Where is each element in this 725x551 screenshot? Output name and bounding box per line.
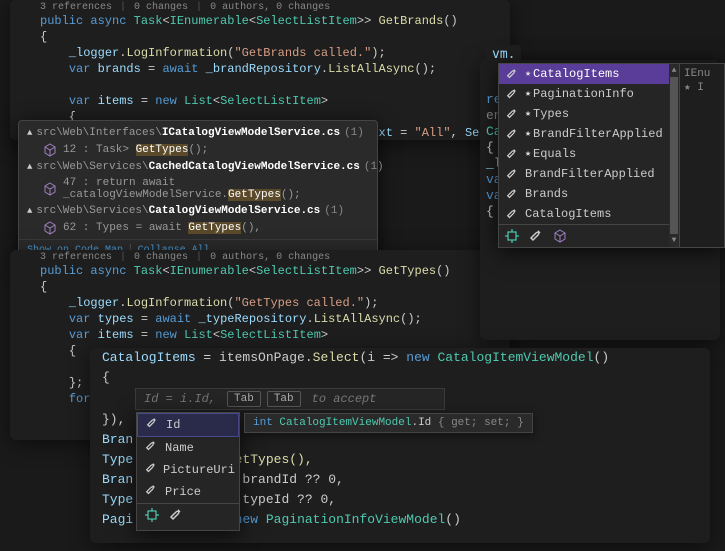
- reference-line-row[interactable]: 62 : Types = await GetTypes(),: [19, 219, 377, 237]
- wrench-icon: [505, 208, 519, 220]
- wrench-icon: [145, 462, 157, 478]
- intellisense-footer: [499, 224, 669, 247]
- target-icon[interactable]: [505, 229, 519, 243]
- wrench-icon: [146, 417, 160, 433]
- intellisense-item[interactable]: Brands: [499, 184, 669, 204]
- wrench-icon: [505, 128, 519, 140]
- inline-suggestion: Id = i.Id, Tab Tab to accept: [135, 388, 445, 410]
- wrench-icon: [505, 88, 519, 100]
- member-footer: [137, 503, 239, 530]
- intellisense-side-info: IEnu ★ I: [679, 64, 724, 247]
- codelens-references-popup[interactable]: ▲src\Web\Interfaces\ICatalogViewModelSer…: [18, 120, 378, 263]
- wrench-icon: [145, 440, 159, 456]
- member-item[interactable]: Id: [137, 413, 239, 437]
- wrench-icon[interactable]: [529, 229, 543, 243]
- intellisense-item[interactable]: ★CatalogItems: [499, 64, 669, 84]
- member-item[interactable]: PictureUri: [137, 459, 239, 481]
- reference-file-row[interactable]: ▲src\Web\Services\CachedCatalogViewModel…: [19, 159, 377, 175]
- intellisense-item[interactable]: ★BrandFilterApplied: [499, 124, 669, 144]
- tab-key-hint: Tab: [227, 391, 261, 407]
- wrench-icon: [505, 68, 519, 80]
- intellisense-item[interactable]: BrandFilterApplied: [499, 164, 669, 184]
- member-item[interactable]: Price: [137, 481, 239, 503]
- method-signature: public async Task<IEnumerable<SelectList…: [10, 13, 510, 29]
- wrench-icon: [145, 484, 159, 500]
- member-list-popup[interactable]: IdNamePictureUriPrice: [136, 412, 240, 531]
- wrench-icon[interactable]: [169, 508, 183, 526]
- code-panel-getbrands: 3 references | 0 changes | 0 authors, 0 …: [10, 0, 510, 140]
- wrench-icon: [505, 148, 519, 160]
- parameter-info-tooltip: int CatalogItemViewModel.Id { get; set; …: [244, 413, 533, 433]
- scrollbar[interactable]: ▲▼: [669, 64, 679, 247]
- target-icon[interactable]: [145, 508, 159, 526]
- reference-line-row[interactable]: 12 : Task> GetTypes();: [19, 141, 377, 159]
- intellisense-item[interactable]: CatalogItems: [499, 204, 669, 224]
- codelens-bar[interactable]: 3 references | 0 changes | 0 authors, 0 …: [10, 250, 510, 263]
- wrench-icon: [505, 168, 519, 180]
- member-item[interactable]: Name: [137, 437, 239, 459]
- tab-key-hint: Tab: [267, 391, 301, 407]
- codelens-bar[interactable]: 3 references | 0 changes | 0 authors, 0 …: [10, 0, 510, 13]
- intellisense-item[interactable]: ★Types: [499, 104, 669, 124]
- intellisense-trigger-text: vm.: [486, 45, 521, 64]
- intellisense-item[interactable]: ★PaginationInfo: [499, 84, 669, 104]
- intellisense-item[interactable]: ★Equals: [499, 144, 669, 164]
- wrench-icon: [505, 108, 519, 120]
- intellisense-popup[interactable]: ★CatalogItems★PaginationInfo★Types★Brand…: [498, 63, 725, 248]
- reference-file-row[interactable]: ▲src\Web\Interfaces\ICatalogViewModelSer…: [19, 125, 377, 141]
- reference-file-row[interactable]: ▲src\Web\Services\CatalogViewModelServic…: [19, 203, 377, 219]
- cube-icon[interactable]: [553, 229, 567, 243]
- wrench-icon: [505, 188, 519, 200]
- reference-line-row[interactable]: 47 : return await _catalogViewModelServi…: [19, 175, 377, 203]
